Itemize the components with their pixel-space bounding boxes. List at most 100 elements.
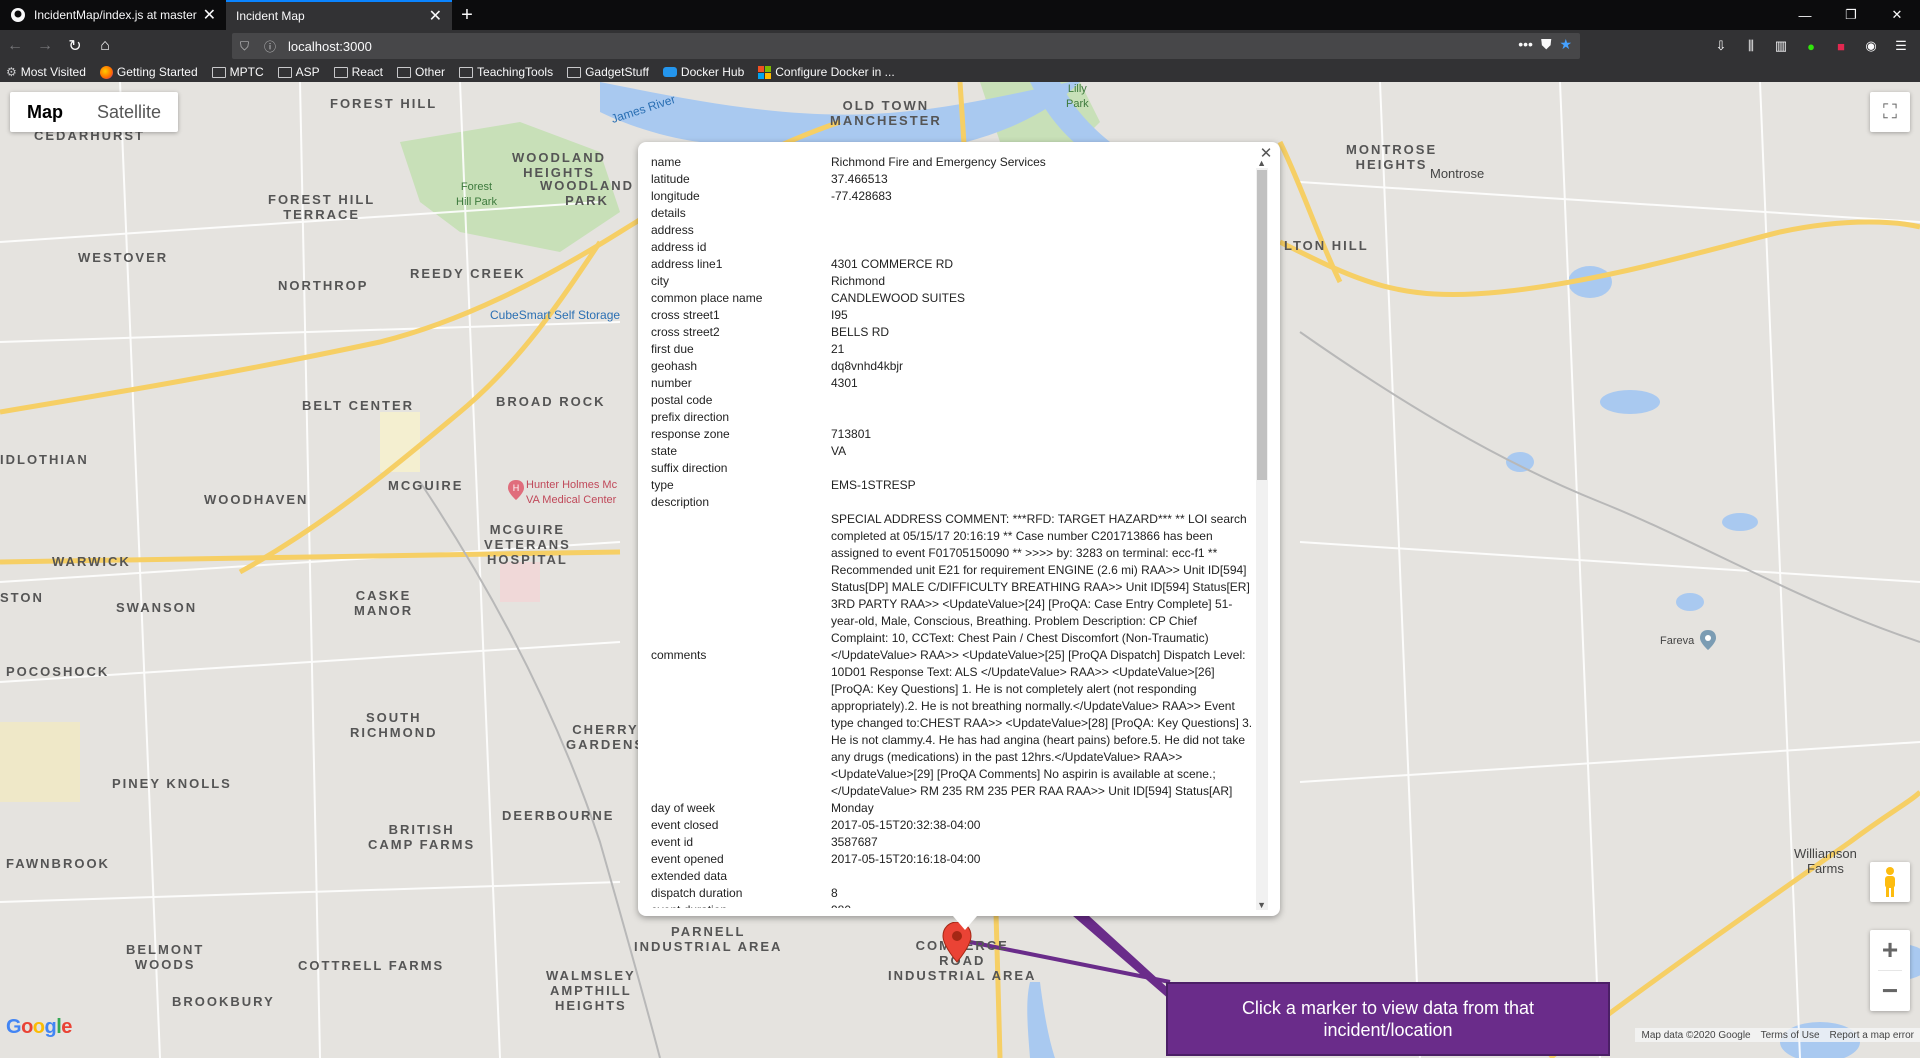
pocket-icon[interactable]: ⛊: [1541, 36, 1552, 53]
google-logo[interactable]: Google: [6, 1016, 72, 1039]
pegman-icon: [1885, 867, 1895, 897]
tab-label: Incident Map: [236, 9, 305, 23]
forward-icon[interactable]: →: [30, 32, 60, 60]
close-tab-icon[interactable]: ✕: [203, 5, 216, 25]
home-icon[interactable]: ⌂: [90, 32, 120, 60]
bookmark-label: ASP: [295, 65, 320, 79]
property-row: details: [651, 205, 1256, 222]
property-key: details: [651, 206, 686, 220]
extension-red-icon[interactable]: ■: [1828, 34, 1854, 58]
tab-github[interactable]: IncidentMap/index.js at master ✕: [0, 0, 226, 30]
property-row: address id: [651, 239, 1256, 256]
sidebar-icon[interactable]: ▥: [1768, 34, 1794, 58]
report-error-link[interactable]: Report a map error: [1830, 1030, 1914, 1041]
bookmark-label: MPTC: [229, 65, 264, 79]
property-row: geohash dq8vnhd4kbjr: [651, 358, 1256, 375]
property-key: dispatch duration: [651, 886, 743, 900]
zoom-in-button[interactable]: +: [1870, 930, 1910, 970]
property-row: longitude -77.428683: [651, 188, 1256, 205]
terms-link[interactable]: Terms of Use: [1761, 1030, 1820, 1041]
property-key: event closed: [651, 818, 719, 832]
property-value: Richmond: [831, 274, 886, 288]
property-row: description: [651, 494, 1256, 511]
map-type-satellite-button[interactable]: Satellite: [80, 92, 178, 132]
folder-icon: [333, 66, 348, 78]
bookmark-label: Getting Started: [116, 65, 198, 79]
map-label: PARNELL INDUSTRIAL AREA: [634, 924, 783, 954]
bookmark-folder-gadgetstuff[interactable]: GadgetStuff: [567, 65, 649, 79]
map-label: Williamson Farms: [1794, 846, 1857, 876]
bookmark-folder-react[interactable]: React: [333, 65, 383, 79]
property-value: [831, 205, 1256, 222]
url-text[interactable]: localhost:3000: [288, 39, 372, 54]
close-tab-icon[interactable]: ✕: [429, 6, 442, 26]
info-icon[interactable]: ⓘ: [264, 38, 282, 55]
bookmark-star-icon[interactable]: ★: [1559, 36, 1572, 53]
scrollbar-thumb[interactable]: [1257, 170, 1267, 480]
bookmark-docker-hub[interactable]: Docker Hub: [662, 65, 744, 79]
map-canvas[interactable]: CEDARHURST FOREST HILL FOREST HILL TERRA…: [0, 82, 1920, 1058]
property-row: comments SPECIAL ADDRESS COMMENT: ***RFD:…: [651, 511, 1256, 800]
property-row: dispatch duration 8: [651, 885, 1256, 902]
bookmark-configure-docker[interactable]: Configure Docker in ...: [758, 65, 895, 79]
map-attribution: Map data ©2020 Google Terms of Use Repor…: [1635, 1028, 1920, 1042]
property-key: event duration: [651, 902, 831, 908]
back-icon[interactable]: ←: [0, 32, 30, 60]
info-window-scrollbar[interactable]: [1256, 168, 1268, 910]
close-icon[interactable]: ✕: [1258, 146, 1274, 162]
property-value: [831, 222, 1256, 239]
bookmark-getting-started[interactable]: Getting Started: [99, 65, 198, 79]
fullscreen-icon: ⛶: [1883, 100, 1897, 123]
property-row: suffix direction: [651, 460, 1256, 477]
property-key: prefix direction: [651, 410, 730, 424]
page-actions-icon[interactable]: •••: [1518, 36, 1533, 53]
close-window-icon[interactable]: ✕: [1874, 0, 1920, 30]
downloads-icon[interactable]: ⇩: [1708, 34, 1734, 58]
bookmark-folder-mptc[interactable]: MPTC: [211, 65, 264, 79]
url-bar[interactable]: ⛉ ⓘ localhost:3000 ••• ⛊ ★: [232, 33, 1580, 59]
bookmark-folder-teachingtools[interactable]: TeachingTools: [459, 65, 553, 79]
firefox-icon: [99, 65, 113, 79]
bookmark-folder-other[interactable]: Other: [397, 65, 445, 79]
extension-check-icon[interactable]: ●: [1798, 34, 1824, 58]
map-label: POCOSHOCK: [6, 664, 110, 679]
gear-icon: ⚙: [6, 65, 17, 79]
property-row: postal code: [651, 392, 1256, 409]
property-key: common place name: [651, 291, 763, 305]
restore-icon[interactable]: ❐: [1828, 0, 1874, 30]
library-icon[interactable]: ⫼: [1738, 34, 1764, 58]
bookmark-folder-asp[interactable]: ASP: [277, 65, 320, 79]
property-value: 21: [831, 342, 845, 356]
property-key: geohash: [651, 359, 698, 373]
property-value: Monday: [831, 801, 874, 815]
property-key: name: [651, 155, 682, 169]
account-icon[interactable]: ◉: [1858, 34, 1884, 58]
zoom-out-button[interactable]: −: [1870, 971, 1910, 1011]
minimize-icon[interactable]: —: [1782, 0, 1828, 30]
fullscreen-button[interactable]: ⛶: [1870, 92, 1910, 132]
map-label: WARWICK: [52, 554, 131, 569]
info-window-content[interactable]: name Richmond Fire and Emergency Services…: [638, 150, 1272, 908]
property-value: [831, 868, 1256, 885]
shield-icon[interactable]: ⛉: [240, 39, 258, 54]
scroll-down-icon[interactable]: ▼: [1257, 900, 1266, 910]
property-row: event duration980: [651, 902, 1256, 908]
map-label: Hunter Holmes Mc VA Medical Center: [526, 479, 618, 506]
map-label: BELMONT WOODS: [126, 942, 205, 972]
map-type-map-button[interactable]: Map: [10, 92, 80, 132]
bookmark-label: Most Visited: [20, 65, 86, 79]
reload-icon[interactable]: ↻: [60, 32, 90, 60]
property-row: response zone 713801: [651, 426, 1256, 443]
street-view-pegman[interactable]: [1870, 862, 1910, 902]
map-poi-icon[interactable]: [1700, 630, 1716, 650]
new-tab-icon[interactable]: +: [452, 0, 482, 30]
bookmark-most-visited[interactable]: ⚙ Most Visited: [6, 65, 86, 79]
property-key: type: [651, 478, 674, 492]
tab-incident-map[interactable]: Incident Map ✕: [226, 0, 452, 30]
property-row: address: [651, 222, 1256, 239]
property-value: 37.466513: [831, 172, 888, 186]
map-label: DEERBOURNE: [502, 808, 615, 823]
menu-icon[interactable]: ☰: [1888, 34, 1914, 58]
property-key: event opened: [651, 852, 724, 866]
hospital-poi-icon[interactable]: H: [508, 480, 524, 500]
